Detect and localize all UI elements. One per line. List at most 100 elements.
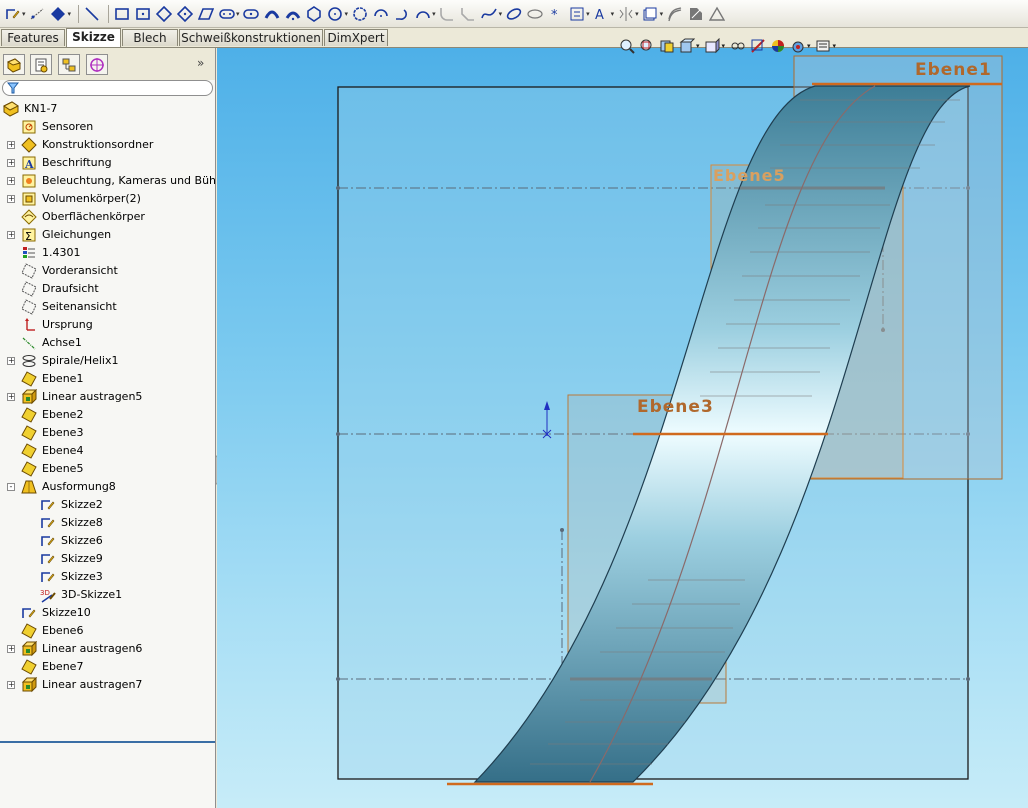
dropdown-arrow-icon[interactable]: ▾ xyxy=(432,10,436,18)
expand-toggle[interactable]: + xyxy=(7,159,15,167)
fillet-button[interactable] xyxy=(439,5,456,22)
smart-dimension-button[interactable] xyxy=(29,5,46,22)
text-button[interactable] xyxy=(568,5,585,22)
tab-skizze[interactable]: Skizze xyxy=(66,28,121,47)
tree-item[interactable]: 3D 3D-Skizze1 xyxy=(0,586,215,604)
tree-item[interactable]: Skizze2 xyxy=(0,496,215,514)
3point-arc-button[interactable] xyxy=(414,5,431,22)
tree-item[interactable]: Ebene5 xyxy=(0,460,215,478)
dropdown-arrow-icon[interactable]: ▾ xyxy=(611,10,615,18)
dropdown-arrow-icon[interactable]: ▾ xyxy=(833,42,837,50)
tangent-arc-button[interactable] xyxy=(393,5,410,22)
dropdown-arrow-icon[interactable]: ▾ xyxy=(696,42,700,50)
tree-item[interactable]: - Ausformung8 xyxy=(0,478,215,496)
tree-item[interactable]: + A Beschriftung xyxy=(0,154,215,172)
perimeter-circle-button[interactable] xyxy=(351,5,368,22)
property-manager-tab[interactable] xyxy=(30,54,52,75)
configuration-manager-tab[interactable] xyxy=(58,54,80,75)
tree-item[interactable]: Ebene2 xyxy=(0,406,215,424)
tree-item[interactable]: Oberflächenkörper xyxy=(0,208,215,226)
dropdown-arrow-icon[interactable]: ▾ xyxy=(22,10,26,18)
tree-item[interactable]: Ebene4 xyxy=(0,442,215,460)
mirror-button[interactable] xyxy=(617,5,634,22)
3point-rectangle-button[interactable] xyxy=(155,5,172,22)
view-orientation-button[interactable] xyxy=(704,38,721,55)
tree-item[interactable]: Ursprung xyxy=(0,316,215,334)
zoom-to-fit-button[interactable] xyxy=(618,38,635,55)
dropdown-arrow-icon[interactable]: ▾ xyxy=(236,10,240,18)
zoom-area-button[interactable] xyxy=(638,38,655,55)
section-view-button[interactable] xyxy=(678,38,695,55)
tree-item[interactable]: KN1-7 xyxy=(0,100,215,118)
tree-item[interactable]: Skizze3 xyxy=(0,568,215,586)
dropdown-arrow-icon[interactable]: ▾ xyxy=(660,10,664,18)
expand-toggle[interactable]: + xyxy=(7,141,15,149)
slot-button[interactable] xyxy=(218,5,235,22)
tree-item[interactable]: + Beleuchtung, Kameras und Bühne xyxy=(0,172,230,190)
previous-view-button[interactable] xyxy=(658,38,675,55)
tree-item[interactable]: + Σ Gleichungen xyxy=(0,226,215,244)
dropdown-arrow-icon[interactable]: ▾ xyxy=(722,42,726,50)
tree-item[interactable]: Sensoren xyxy=(0,118,215,136)
tree-item[interactable]: Draufsicht xyxy=(0,280,215,298)
tree-item[interactable]: + Volumenkörper(2) xyxy=(0,190,215,208)
edit-appearance-button[interactable] xyxy=(769,38,786,55)
tab-dimxpert[interactable]: DimXpert xyxy=(324,29,388,46)
rollback-bar[interactable] xyxy=(0,741,215,743)
tree-item[interactable]: Skizze8 xyxy=(0,514,215,532)
tree-item[interactable]: Seitenansicht xyxy=(0,298,215,316)
collapse-panel-button[interactable]: » xyxy=(197,56,204,70)
spline-button[interactable] xyxy=(481,5,498,22)
expand-toggle[interactable]: + xyxy=(7,357,15,365)
collapse-toggle[interactable]: - xyxy=(7,483,15,491)
polygon-button[interactable] xyxy=(306,5,323,22)
centerpoint-arc-button[interactable] xyxy=(372,5,389,22)
tree-item[interactable]: Vorderansicht xyxy=(0,262,215,280)
dropdown-arrow-icon[interactable]: ▾ xyxy=(586,10,590,18)
feature-manager-tab[interactable] xyxy=(3,54,25,75)
parallelogram-button[interactable] xyxy=(197,5,214,22)
relations-button[interactable] xyxy=(50,5,67,22)
dropdown-arrow-icon[interactable]: ▾ xyxy=(807,42,811,50)
circle-button[interactable] xyxy=(327,5,344,22)
hide-show-button[interactable] xyxy=(749,38,766,55)
tree-item[interactable]: Skizze9 xyxy=(0,550,215,568)
tree-item[interactable]: 1.4301 xyxy=(0,244,215,262)
dropdown-arrow-icon[interactable]: ▾ xyxy=(499,10,503,18)
graphics-area[interactable]: Ebene1 Ebene5 Ebene3 ▾ ▾ ▾ ▾ xyxy=(217,38,1028,808)
tree-item[interactable]: Skizze10 xyxy=(0,604,215,622)
tree-item[interactable]: Skizze6 xyxy=(0,532,215,550)
expand-toggle[interactable]: + xyxy=(7,231,15,239)
offset-button[interactable] xyxy=(642,5,659,22)
centerpoint-slot-button[interactable] xyxy=(243,5,260,22)
tree-item[interactable]: + Konstruktionsordner xyxy=(0,136,215,154)
expand-toggle[interactable]: + xyxy=(7,195,15,203)
centerpoint-arc-slot-button[interactable] xyxy=(285,5,302,22)
partial-ellipse-button[interactable] xyxy=(526,5,543,22)
tree-item[interactable]: Ebene1 xyxy=(0,370,215,388)
tree-item[interactable]: + Linear austragen5 xyxy=(0,388,215,406)
convert-entities-button[interactable] xyxy=(708,5,725,22)
tab-blech[interactable]: Blech xyxy=(122,29,178,46)
3point-arc-slot-button[interactable] xyxy=(264,5,281,22)
tree-item[interactable]: Ebene3 xyxy=(0,424,215,442)
sketch-button[interactable] xyxy=(4,5,21,22)
linear-pattern-button[interactable] xyxy=(666,5,683,22)
move-button[interactable] xyxy=(687,5,704,22)
trim-button[interactable]: A xyxy=(593,5,610,22)
dropdown-arrow-icon[interactable]: ▾ xyxy=(68,10,72,18)
expand-toggle[interactable]: + xyxy=(7,645,15,653)
tree-item[interactable]: + Linear austragen6 xyxy=(0,640,215,658)
dropdown-arrow-icon[interactable]: ▾ xyxy=(345,10,349,18)
dropdown-arrow-icon[interactable]: ▾ xyxy=(635,10,639,18)
line-button[interactable] xyxy=(83,5,100,22)
view-settings-button[interactable] xyxy=(815,38,832,55)
center-rectangle-button[interactable] xyxy=(134,5,151,22)
tab-features[interactable]: Features xyxy=(1,29,65,46)
ellipse-button[interactable] xyxy=(505,5,522,22)
tree-item[interactable]: Ebene6 xyxy=(0,622,215,640)
expand-toggle[interactable]: + xyxy=(7,393,15,401)
chamfer-button[interactable] xyxy=(460,5,477,22)
expand-toggle[interactable]: + xyxy=(7,177,15,185)
rectangle-button[interactable] xyxy=(113,5,130,22)
